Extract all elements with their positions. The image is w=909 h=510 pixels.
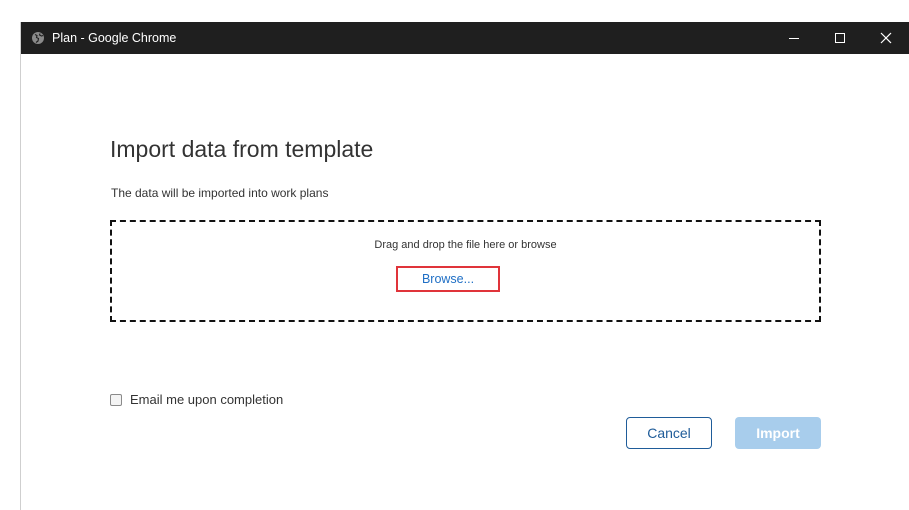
window-title: Plan - Google Chrome [52,31,177,45]
file-dropzone[interactable]: Drag and drop the file here or browse Br… [110,220,821,322]
cancel-button[interactable]: Cancel [626,417,712,449]
browser-window: Plan - Google Chrome Import data from te… [20,22,909,510]
email-option: Email me upon completion [110,392,283,407]
minimize-button[interactable] [771,22,817,54]
window-controls [771,22,909,54]
maximize-icon [835,33,845,43]
maximize-button[interactable] [817,22,863,54]
globe-icon [31,31,45,45]
dialog-content: Import data from template The data will … [21,54,909,510]
dropzone-hint: Drag and drop the file here or browse [374,239,557,251]
import-button[interactable]: Import [735,417,821,449]
minimize-icon [789,38,799,39]
email-checkbox[interactable] [110,393,122,406]
close-button[interactable] [863,22,909,54]
browse-button[interactable]: Browse... [396,266,500,292]
page-title: Import data from template [110,136,374,162]
email-checkbox-label[interactable]: Email me upon completion [130,392,283,407]
title-bar: Plan - Google Chrome [21,22,909,54]
close-icon [880,32,892,44]
import-description: The data will be imported into work plan… [111,186,329,200]
